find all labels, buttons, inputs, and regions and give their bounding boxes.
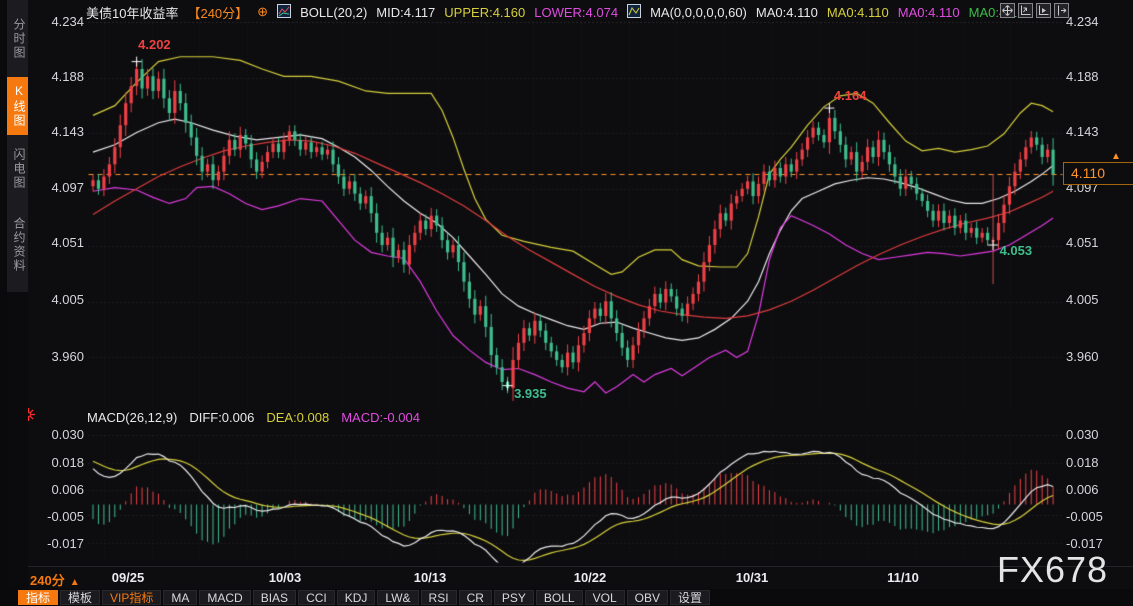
y-axis-label: 4.188 (30, 69, 84, 84)
boll-lower-value: LOWER:4.074 (534, 5, 618, 20)
ma-indicator-icon[interactable] (627, 4, 641, 21)
ma2-value: MA0:4.110 (827, 5, 889, 20)
sidebar-item-lightning[interactable]: 闪电图 (7, 140, 28, 198)
x-axis-date: 10/13 (414, 570, 447, 585)
macd-dea-value: DEA:0.008 (266, 410, 329, 425)
toolbar-item-templates[interactable]: 模板 (60, 590, 100, 605)
boll-mid-value: MID:4.117 (376, 5, 435, 20)
link-icon[interactable]: ⊕ (257, 4, 268, 20)
ma3-value: MA0:4.110 (898, 5, 960, 20)
macd-diff-value: DIFF:0.006 (189, 410, 254, 425)
y-axis-label: 4.005 (30, 292, 84, 307)
macd-y-label: 0.030 (30, 427, 84, 442)
y-axis-label-right: 4.143 (1066, 124, 1099, 139)
annotation-high: 4.202 (138, 37, 171, 52)
macd-header: MACD(26,12,9) DIFF:0.006 DEA:0.008 MACD:… (87, 410, 420, 425)
macd-y-label: -0.005 (30, 509, 84, 524)
macd-y-label-right: 0.006 (1066, 482, 1099, 497)
toolbar-item-psy[interactable]: PSY (494, 590, 534, 605)
macd-y-label-right: 0.030 (1066, 427, 1099, 442)
annotation-low: 3.935 (514, 386, 547, 401)
watermark: FX678 (997, 549, 1108, 591)
y-axis-label-right: 4.234 (1066, 14, 1099, 29)
zoom-axis-right-icon[interactable] (1036, 3, 1051, 18)
toolbar-item-cci[interactable]: CCI (298, 590, 335, 605)
macd-y-label: -0.017 (30, 536, 84, 551)
y-axis-label: 4.143 (30, 124, 84, 139)
sidebar-item-contract-info[interactable]: 合约资料 (7, 203, 28, 287)
pan-icon[interactable] (1000, 3, 1015, 18)
x-axis-date: 09/25 (112, 570, 145, 585)
y-axis-label: 4.234 (30, 14, 84, 29)
chart-tools (1000, 3, 1069, 18)
y-axis-label-right: 4.051 (1066, 235, 1099, 250)
y-axis-label: 3.960 (30, 349, 84, 364)
toolbar-item-lw[interactable]: LW& (377, 590, 418, 605)
sidebar: 分时图 K线图 闪电图 合约资料 (0, 0, 28, 590)
x-axis-date: 11/10 (887, 570, 919, 585)
macd-y-label: 0.006 (30, 482, 84, 497)
chevron-up-icon: ▲ (70, 577, 80, 588)
macd-y-label-right: -0.005 (1066, 509, 1103, 524)
trading-app: 分时图 K线图 闪电图 合约资料 美债10年收益率 【240分】 ⊕ BOLL(… (0, 0, 1133, 606)
toolbar-item-boll[interactable]: BOLL (536, 590, 583, 605)
toolbar-item-cr[interactable]: CR (459, 590, 492, 605)
price-chart-canvas[interactable] (0, 0, 1133, 606)
toolbar-item-vip-indicators[interactable]: VIP指标 (102, 590, 161, 605)
boll-upper-value: UPPER:4.160 (444, 5, 525, 20)
toolbar-item-macd[interactable]: MACD (199, 590, 250, 605)
x-axis-date: 10/22 (574, 570, 607, 585)
macd-name: MACD(26,12,9) (87, 410, 177, 425)
y-axis-label-right: 4.005 (1066, 292, 1099, 307)
ma1-value: MA0:4.110 (756, 5, 818, 20)
zoom-axis-left-icon[interactable] (1018, 3, 1033, 18)
toolbar-item-bias[interactable]: BIAS (253, 590, 296, 605)
toolbar-item-indicators[interactable]: 指标 (18, 590, 58, 605)
ma-label: MA(0,0,0,0,0,60) (650, 5, 747, 20)
toolbar-item-obv[interactable]: OBV (627, 590, 668, 605)
period-label[interactable]: 【240分】 (187, 3, 248, 22)
toolbar-item-settings[interactable]: 设置 (670, 590, 710, 605)
toolbar-item-ma[interactable]: MA (163, 590, 197, 605)
sidebar-edge (0, 0, 7, 606)
x-axis-date: 10/31 (736, 570, 769, 585)
sidebar-item-kline[interactable]: K线图 (7, 77, 28, 135)
macd-y-label: 0.018 (30, 455, 84, 470)
y-axis-label: 4.097 (30, 180, 84, 195)
boll-label: BOLL(20,2) (300, 5, 367, 20)
x-axis-date: 10/03 (269, 570, 302, 585)
current-price-label: 4.110 (1063, 162, 1133, 185)
toolbar-item-rsi[interactable]: RSI (421, 590, 457, 605)
macd-y-label-right: 0.018 (1066, 455, 1099, 470)
sidebar-blank (7, 292, 28, 590)
y-axis-label-right: 4.188 (1066, 69, 1099, 84)
toolbar-item-kdj[interactable]: KDJ (337, 590, 376, 605)
y-axis-label-right: 3.960 (1066, 349, 1099, 364)
period-selector[interactable]: 240分▲ (30, 570, 80, 589)
toolbar-item-vol[interactable]: VOL (585, 590, 625, 605)
macd-macd-value: MACD:-0.004 (341, 410, 420, 425)
indicator-toolbar: 指标 模板 VIP指标 MA MACD BIAS CCI KDJ LW& RSI… (0, 589, 1133, 606)
annotation-high: 4.164 (834, 88, 867, 103)
annotation-low: 4.053 (1000, 243, 1033, 258)
y-axis-label: 4.051 (30, 235, 84, 250)
chart-header: 美债10年收益率 【240分】 ⊕ BOLL(20,2) MID:4.117 U… (86, 3, 1017, 21)
exit-right-icon[interactable] (1054, 3, 1069, 18)
page-title: 美债10年收益率 (86, 3, 178, 22)
boll-indicator-icon[interactable] (277, 4, 291, 21)
sidebar-item-timeshare[interactable]: 分时图 (7, 6, 28, 72)
price-up-arrow-icon: ▲ (1111, 151, 1121, 162)
